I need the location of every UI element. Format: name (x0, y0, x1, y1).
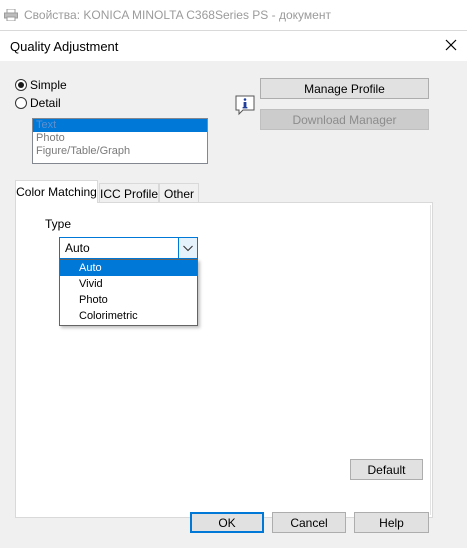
printer-icon (4, 9, 18, 21)
simple-radio-indicator[interactable] (15, 79, 27, 91)
detail-radio[interactable]: Detail (15, 95, 61, 111)
type-select[interactable]: Auto (59, 237, 198, 259)
info-icon (235, 95, 255, 116)
detail-radio-indicator[interactable] (15, 97, 27, 109)
chevron-down-icon (183, 245, 193, 252)
type-option-vivid[interactable]: Vivid (60, 276, 197, 292)
dialog-title: Quality Adjustment (10, 39, 119, 54)
ok-button[interactable]: OK (190, 512, 264, 533)
help-button[interactable]: Help (354, 512, 429, 533)
cancel-button[interactable]: Cancel (272, 512, 346, 533)
parent-window-titlebar: Свойства: KONICA MINOLTA C368Series PS -… (0, 0, 467, 30)
dialog-titlebar: Quality Adjustment (0, 31, 467, 61)
listbox-item-figure-table-graph[interactable]: Figure/Table/Graph (33, 145, 207, 158)
panel-edge (430, 205, 431, 515)
type-option-auto[interactable]: Auto (60, 260, 197, 276)
tab-icc-profile[interactable]: ICC Profile (99, 183, 159, 203)
type-select-dropdown-button[interactable] (178, 238, 197, 258)
tab-color-matching[interactable]: Color Matching (15, 180, 98, 203)
download-manager-button[interactable]: Download Manager (260, 109, 429, 130)
simple-radio-label: Simple (30, 78, 67, 92)
tab-other[interactable]: Other (159, 183, 199, 203)
manage-profile-button[interactable]: Manage Profile (260, 78, 429, 99)
type-option-photo[interactable]: Photo (60, 292, 197, 308)
close-icon[interactable] (440, 35, 462, 55)
type-label: Type (45, 217, 72, 231)
detail-radio-label: Detail (30, 96, 61, 110)
type-dropdown-list: Auto Vivid Photo Colorimetric (59, 259, 198, 326)
listbox-item-text[interactable]: Text (33, 119, 207, 132)
quality-adjustment-dialog: Quality Adjustment Simple Detail Text Ph… (0, 30, 467, 548)
default-button[interactable]: Default (350, 459, 423, 480)
type-option-colorimetric[interactable]: Colorimetric (60, 308, 197, 324)
simple-radio[interactable]: Simple (15, 77, 67, 93)
parent-window-title: Свойства: KONICA MINOLTA C368Series PS -… (24, 8, 331, 22)
listbox-item-photo[interactable]: Photo (33, 132, 207, 145)
content-type-listbox[interactable]: Text Photo Figure/Table/Graph (32, 118, 208, 164)
type-select-value: Auto (65, 241, 90, 255)
